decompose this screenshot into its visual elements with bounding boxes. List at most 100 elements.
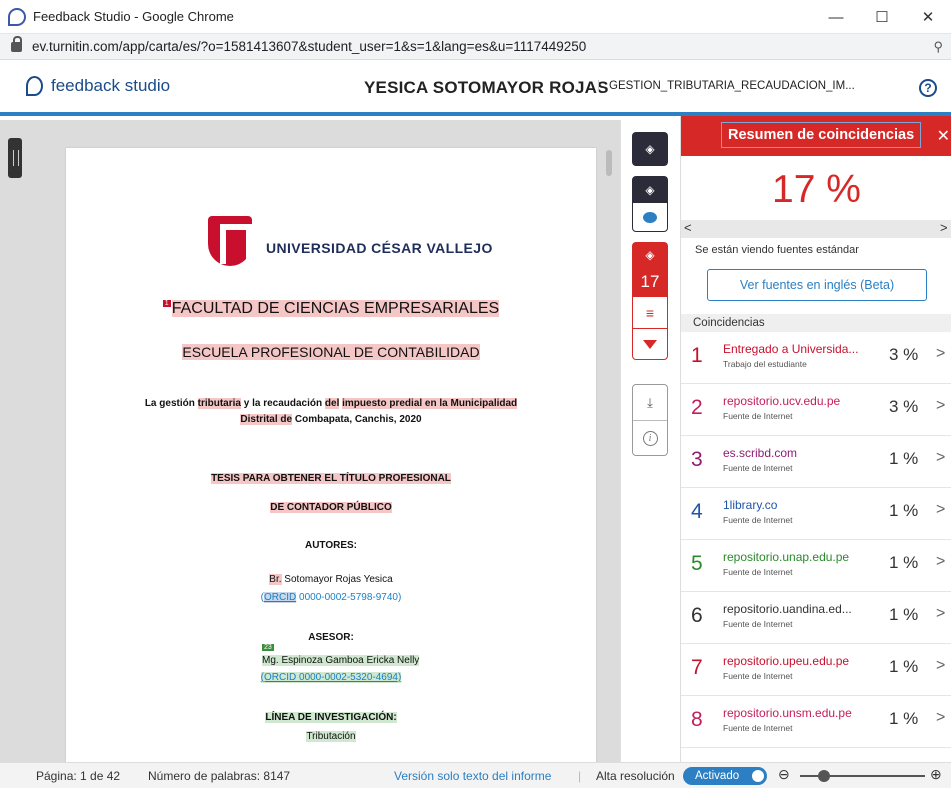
match-source-name[interactable]: repositorio.unsm.edu.pe [723,706,852,720]
text-only-link[interactable]: Versión solo texto del informe [394,769,551,783]
match-overview-button[interactable]: ≡ [633,297,667,329]
chevron-right-icon[interactable]: > [936,449,945,467]
match-row[interactable]: 4 1library.co Fuente de Internet 1 % > [681,488,951,540]
download-icon: ⤓ [647,394,653,410]
match-row[interactable]: 3 es.scribd.com Fuente de Internet 1 % > [681,436,951,488]
match-source-type: Fuente de Internet [723,411,793,421]
chevron-right-icon[interactable]: > [936,553,945,571]
match-number: 8 [691,708,703,731]
chevron-right-icon[interactable]: > [936,605,945,623]
match-percent: 1 % [889,501,919,520]
author-orcid-label[interactable]: ORCID [264,592,297,603]
window-controls: — ☐ ✕ [813,0,951,34]
chevron-right-icon[interactable]: > [936,501,945,519]
match-marker-1[interactable]: 1 [162,300,171,307]
english-sources-button[interactable]: Ver fuentes en inglés (Beta) [707,269,927,301]
match-marker-23[interactable]: 23 [262,644,274,651]
status-separator: | [578,769,582,783]
chevron-right-icon[interactable]: > [936,709,945,727]
high-res-toggle[interactable]: Activado [683,767,767,785]
match-row[interactable]: 8 repositorio.unsm.edu.pe Fuente de Intern… [681,696,951,748]
high-res-label: Alta resolución [596,769,675,783]
layers-button[interactable]: ◈ [632,132,668,166]
overall-similarity-percent: 17 % [772,168,861,211]
close-window-button[interactable]: ✕ [905,0,951,34]
feedback-studio-icon [8,7,26,26]
match-row[interactable]: 2 repositorio.ucv.edu.pe Fuente de Interne… [681,384,951,436]
match-percent: 3 % [889,397,919,416]
similarity-score-button[interactable]: 17 [633,267,667,297]
zoom-out-icon[interactable]: ⊖ [778,766,790,783]
match-source-name[interactable]: Entregado a Universida... [723,342,858,356]
word-count: Número de palabras: 8147 [148,769,291,783]
chevron-right-icon[interactable]: > [936,345,945,363]
similarity-count: 17 [640,272,660,291]
similarity-layer-group[interactable]: ◈ 17 ≡ [632,242,668,360]
grading-layer-group[interactable]: ◈ [632,176,668,232]
nav-prev-button[interactable]: < [684,220,692,235]
match-row[interactable]: 7 repositorio.upeu.edu.pe Fuente de Intern… [681,644,951,696]
page-indicator: Página: 1 de 42 [36,769,121,783]
advisor-line: 23 Mg. Espinoza Gamboa Ericka Nelly [66,644,596,666]
zoom-icon[interactable]: ⚲ [933,39,943,55]
source-note: Se están viendo fuentes estándar [695,244,859,256]
match-row[interactable]: 5 repositorio.unap.edu.pe Fuente de Intern… [681,540,951,592]
zoom-in-icon[interactable]: ⊕ [930,766,942,783]
thesis-degree-text: TESIS PARA OBTENER EL TÍTULO PROFESIONAL [211,473,451,484]
school-text: ESCUELA PROFESIONAL DE CONTABILIDAD [182,344,480,360]
sort-list-icon: ≡ [645,304,655,321]
filter-icon [643,339,657,349]
help-icon[interactable]: ? [919,79,937,97]
filter-button[interactable] [633,329,667,359]
document-viewer[interactable]: UNIVERSIDAD CÉSAR VALLEJO 1 FACULTAD DE C… [0,120,620,762]
comments-button[interactable] [643,203,657,231]
advisor-orcid[interactable]: (ORCID 0000-0002-5320-4694) [260,672,402,683]
title-part-highlight: del [324,398,340,409]
url-text[interactable]: ev.turnitin.com/app/carta/es/?o=15814136… [32,39,586,54]
match-source-name[interactable]: repositorio.ucv.edu.pe [723,394,840,408]
panel-nav: < > [681,220,951,238]
match-source-type: Trabajo del estudiante [723,359,807,369]
document-scrollbar[interactable] [606,150,612,176]
match-source-type: Fuente de Internet [723,463,793,473]
match-row[interactable]: 6 repositorio.uandina.ed... Fuente de Inte… [681,592,951,644]
side-panel-toggle[interactable] [8,138,22,178]
chevron-right-icon[interactable]: > [936,657,945,675]
maximize-button[interactable]: ☐ [859,0,905,34]
similarity-layer-header: ◈ [633,243,667,267]
match-list: 1 Entregado a Universida... Trabajo del es… [681,332,951,748]
match-source-name[interactable]: repositorio.unap.edu.pe [723,550,849,564]
match-overview-panel: Resumen de coincidencias ✕ 17 % < > Se e… [680,116,951,762]
layer-toolbar: ◈ ◈ ◈ 17 ≡ ⤓ i [620,120,680,762]
minimize-button[interactable]: — [813,0,859,34]
title-part: y la recaudación [240,398,325,409]
match-source-name[interactable]: 1library.co [723,498,777,512]
chevron-right-icon[interactable]: > [936,397,945,415]
match-number: 3 [691,448,703,471]
research-line-value: Tributación [66,731,596,742]
match-percent: 1 % [889,605,919,624]
match-source-name[interactable]: repositorio.upeu.edu.pe [723,654,849,668]
address-bar[interactable]: ev.turnitin.com/app/carta/es/?o=15814136… [0,34,951,60]
panel-title: Resumen de coincidencias [721,122,922,148]
match-source-type: Fuente de Internet [723,515,793,525]
nav-next-button[interactable]: > [940,220,948,235]
app-logo-text: feedback studio [51,76,171,95]
faculty-line: 1 FACULTAD DE CIENCIAS EMPRESARIALES [66,300,596,318]
info-button[interactable]: i [633,421,667,455]
authors-label: AUTORES: [304,540,358,551]
download-button[interactable]: ⤓ [633,385,667,421]
school-line: ESCUELA PROFESIONAL DE CONTABILIDAD [66,344,596,360]
author-name: Sotomayor Rojas Yesica [281,574,393,585]
layers-icon: ◈ [645,248,655,262]
close-panel-icon[interactable]: ✕ [937,126,950,146]
match-source-name[interactable]: es.scribd.com [723,446,797,460]
title-part-highlight: tributaria [197,398,241,409]
match-row[interactable]: 1 Entregado a Universida... Trabajo del es… [681,332,951,384]
author-orcid-id[interactable]: 0000-0002-5798-9740) [296,592,401,603]
match-source-name[interactable]: repositorio.uandina.ed... [723,602,852,616]
lock-icon [11,35,22,52]
research-line-label-text: LÍNEA DE INVESTIGACIÓN: [265,712,397,723]
zoom-slider-handle[interactable] [818,770,830,782]
thesis-degree-line-1: TESIS PARA OBTENER EL TÍTULO PROFESIONAL [66,473,596,484]
